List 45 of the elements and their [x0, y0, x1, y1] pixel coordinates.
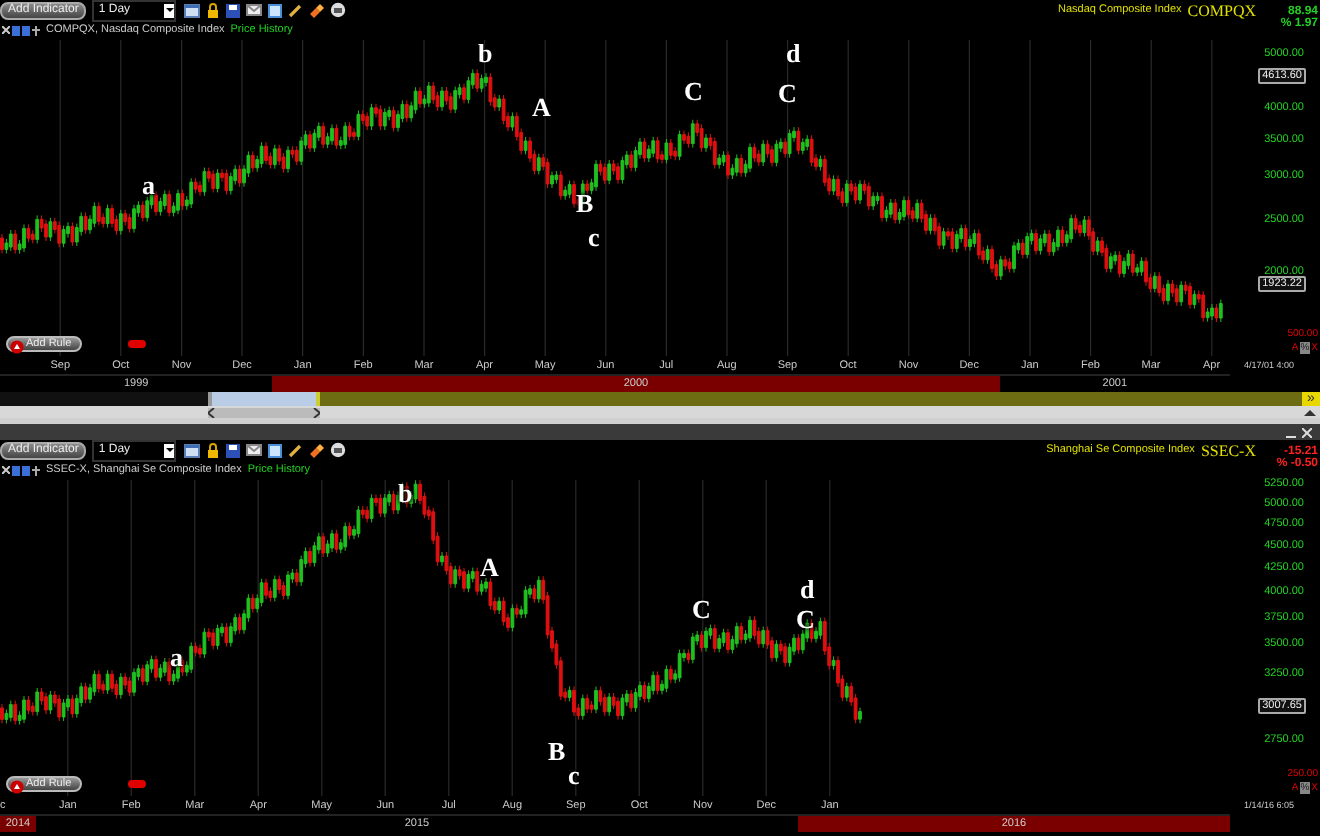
alert-toggle-icon[interactable]	[128, 780, 146, 788]
save-icon[interactable]	[226, 3, 241, 17]
wave-label: B	[576, 190, 594, 216]
save-icon[interactable]	[226, 443, 241, 457]
alert-toggle-icon[interactable]	[128, 340, 146, 348]
alert-icon	[10, 339, 24, 353]
range-selector-handle[interactable]	[208, 392, 320, 406]
envelope-icon[interactable]	[246, 4, 263, 16]
scroll-left-icon[interactable]	[208, 407, 216, 417]
eraser-icon[interactable]	[308, 3, 325, 17]
envelope-icon[interactable]	[246, 444, 263, 456]
close-icon[interactable]	[1302, 427, 1312, 437]
eraser-icon[interactable]	[308, 443, 325, 457]
symbol-label: SSEC-X	[1200, 441, 1256, 459]
wave-label: d	[800, 576, 815, 602]
wave-label: C	[796, 606, 815, 632]
wave-label: C	[684, 78, 703, 104]
lock-icon[interactable]	[206, 2, 221, 18]
wave-label: c	[568, 762, 580, 788]
wave-label: b	[398, 480, 413, 506]
wave-label: A	[480, 554, 499, 580]
symbol-label: COMPQX	[1187, 1, 1256, 19]
lock-icon[interactable]	[206, 442, 221, 458]
wave-label: C	[778, 80, 797, 106]
range-scrollbar[interactable]	[208, 407, 320, 417]
wave-label: C	[692, 596, 711, 622]
wave-label: a	[170, 644, 183, 670]
wave-label: d	[786, 40, 801, 66]
wave-label: b	[478, 40, 493, 66]
wave-label: B	[548, 738, 566, 764]
wave-label: A	[532, 94, 551, 120]
close-icon[interactable]	[2, 26, 10, 34]
alert-icon	[10, 779, 24, 793]
close-icon[interactable]	[2, 466, 10, 474]
image-icon[interactable]	[268, 443, 283, 457]
wave-label: c	[588, 224, 600, 250]
pencil-icon[interactable]	[288, 443, 303, 457]
window-icon[interactable]	[184, 3, 201, 17]
window-icon[interactable]	[184, 443, 201, 457]
pencil-icon[interactable]	[288, 3, 303, 17]
scroll-right-icon[interactable]	[312, 407, 320, 417]
image-icon[interactable]	[268, 3, 283, 17]
printer-icon[interactable]	[330, 2, 347, 18]
wave-label: a	[142, 172, 155, 198]
printer-icon[interactable]	[330, 442, 347, 458]
